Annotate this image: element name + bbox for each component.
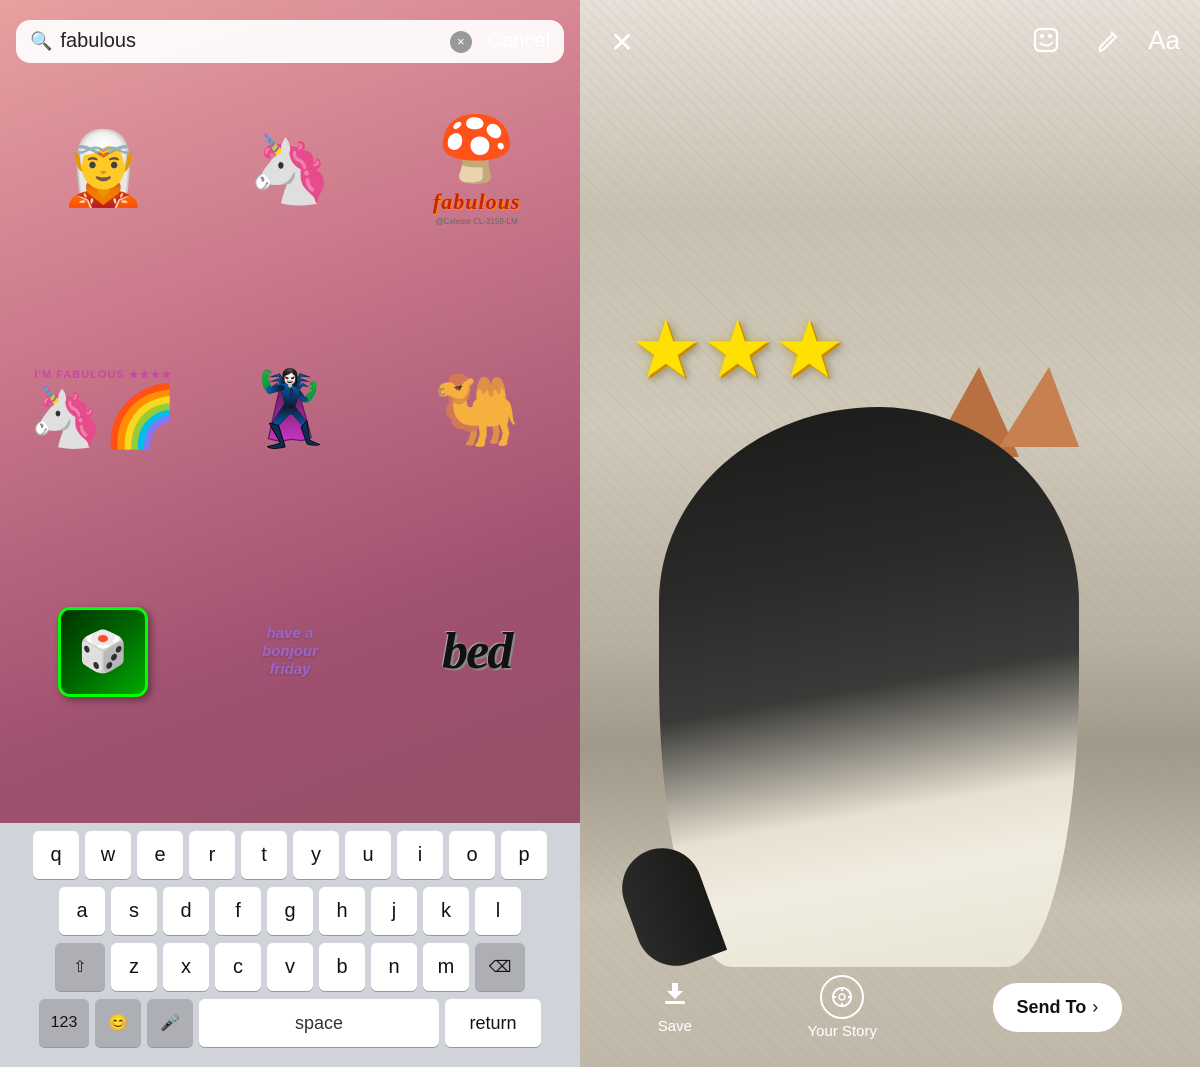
sticker-dice[interactable]: 🎲 [10,572,197,732]
sticker-button[interactable] [1024,18,1068,62]
key-k[interactable]: k [423,887,469,935]
bottom-toolbar: Save Your Story Send To › [580,957,1200,1067]
key-g[interactable]: g [267,887,313,935]
key-o[interactable]: o [449,831,495,879]
key-f[interactable]: f [215,887,261,935]
key-h[interactable]: h [319,887,365,935]
key-shift[interactable]: ⇧ [55,943,105,991]
sticker-fabulous-mushroom[interactable]: 🍄 fabulous @Celeste CL-3158-LM [383,89,570,249]
story-editor-panel: ★ ★ ★ ✕ Aa [580,0,1200,1067]
key-j[interactable]: j [371,887,417,935]
star-1: ★ [630,310,702,390]
keyboard-row-3: ⇧ z x c v b n m ⌫ [4,943,576,991]
save-button[interactable]: Save [658,979,692,1035]
sticker-bonjour-visual: have abonjourfriday [262,625,318,679]
search-input[interactable] [60,30,441,53]
sticker-bed[interactable]: bed [383,572,570,732]
key-y[interactable]: y [293,831,339,879]
key-w[interactable]: w [85,831,131,879]
sticker-grid: 🧝 🦄 🍄 fabulous @Celeste CL-3158-LM i'm F… [0,79,580,823]
star-2: ★ [702,310,774,390]
sticker-bonjour[interactable]: have abonjourfriday [197,572,384,732]
stars-sticker[interactable]: ★ ★ ★ [630,310,845,390]
search-icon: 🔍 [30,31,52,52]
key-a[interactable]: a [59,887,105,935]
key-z[interactable]: z [111,943,157,991]
sticker-villain[interactable]: 🦹‍♀️ [197,330,384,490]
keyboard-row-1: q w e r t y u i o p [4,831,576,879]
key-space[interactable]: space [199,999,439,1047]
star-3: ★ [773,310,845,390]
keyboard: q w e r t y u i o p a s d f g h j k l ⇧ … [0,823,580,1067]
sticker-unicorn[interactable]: 🦄 [197,89,384,249]
key-q[interactable]: q [33,831,79,879]
cat-body [659,407,1079,967]
toolbar-right: Aa [1024,18,1180,62]
sticker-homer-emoji: 🧝 [59,133,149,205]
key-x[interactable]: x [163,943,209,991]
sticker-im-fabulous[interactable]: i'm FABULOUS ★★★★ 🦄🌈 [10,330,197,490]
sticker-blue-camel[interactable]: 🐫 [383,330,570,490]
your-story-button[interactable]: Your Story [808,975,878,1040]
key-c[interactable]: c [215,943,261,991]
send-to-button[interactable]: Send To › [993,983,1123,1032]
key-d[interactable]: d [163,887,209,935]
key-v[interactable]: v [267,943,313,991]
key-t[interactable]: t [241,831,287,879]
send-to-text: Send To [1017,997,1087,1018]
sticker-fabulous-text: 🍄 fabulous @Celeste CL-3158-LM [433,112,520,226]
clear-search-button[interactable]: × [450,31,472,53]
top-toolbar: Aa [580,0,1200,80]
keyboard-row-4: 123 😊 🎤 space return [4,999,576,1047]
close-button[interactable]: ✕ [600,20,644,64]
sticker-unicorn-emoji: 🦄 [248,135,333,203]
story-background: ★ ★ ★ [580,0,1200,1067]
your-story-label: Your Story [808,1023,878,1040]
key-emoji[interactable]: 😊 [95,999,141,1047]
pen-button[interactable] [1086,18,1130,62]
key-mic[interactable]: 🎤 [147,999,193,1047]
key-s[interactable]: s [111,887,157,935]
keyboard-row-2: a s d f g h j k l [4,887,576,935]
send-to-chevron: › [1092,997,1098,1018]
cat-ear-right [999,367,1079,447]
key-u[interactable]: u [345,831,391,879]
sticker-dice-visual: 🎲 [58,607,148,697]
save-label: Save [658,1018,692,1035]
save-icon [661,979,689,1014]
key-r[interactable]: r [189,831,235,879]
key-backspace[interactable]: ⌫ [475,943,525,991]
sticker-camel-emoji: 🐫 [433,375,520,445]
key-b[interactable]: b [319,943,365,991]
key-l[interactable]: l [475,887,521,935]
key-m[interactable]: m [423,943,469,991]
key-i[interactable]: i [397,831,443,879]
key-numbers[interactable]: 123 [39,999,89,1047]
key-e[interactable]: e [137,831,183,879]
sticker-im-fab-content: i'm FABULOUS ★★★★ 🦄🌈 [29,368,178,452]
sticker-homer[interactable]: 🧝 [10,89,197,249]
text-button[interactable]: Aa [1148,25,1180,56]
key-n[interactable]: n [371,943,417,991]
sticker-search-panel: 🔍 × Cancel 🧝 🦄 🍄 fabulous @Celeste CL-31… [0,0,580,1067]
cat-illustration [659,367,1079,967]
sticker-villain-emoji: 🦹‍♀️ [245,374,335,446]
cancel-button[interactable]: Cancel [488,30,550,53]
your-story-icon [820,975,864,1019]
key-p[interactable]: p [501,831,547,879]
sticker-bed-text: bed [442,622,511,681]
key-return[interactable]: return [445,999,541,1047]
search-bar: 🔍 × Cancel [16,20,564,63]
